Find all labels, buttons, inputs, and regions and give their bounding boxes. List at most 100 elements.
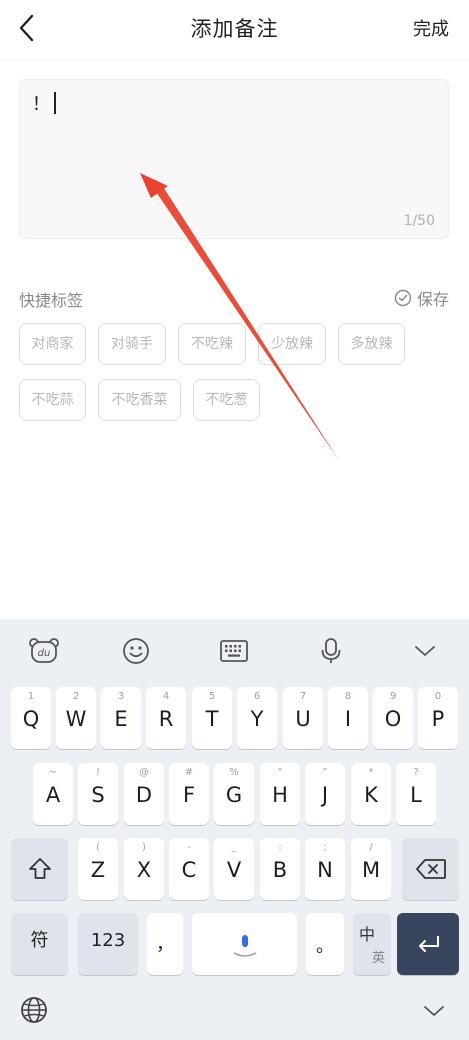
soft-keyboard: du 1 Q 2 W 3 E 4 R 5 T 6 Y 7 U 8 I 9 O 0… bbox=[0, 619, 469, 1040]
key-letter: R bbox=[158, 707, 174, 731]
key-hint: ) bbox=[142, 842, 146, 853]
key-hint: @ bbox=[139, 767, 149, 778]
key-letter: C bbox=[181, 858, 197, 882]
key-b[interactable]: :B bbox=[260, 838, 300, 900]
key-letter: W bbox=[65, 707, 87, 731]
hide-keyboard-button[interactable] bbox=[420, 1001, 448, 1021]
key-l[interactable]: ? L bbox=[396, 763, 436, 825]
key-h[interactable]: “H bbox=[260, 763, 300, 825]
key-hint: 4 bbox=[162, 691, 170, 702]
number-key[interactable]: 123 bbox=[78, 913, 138, 975]
quick-tag[interactable]: 不吃蒜 bbox=[19, 379, 86, 421]
voice-input-button[interactable] bbox=[311, 633, 351, 669]
key-letter: G bbox=[225, 783, 243, 807]
key-hint: ( bbox=[96, 842, 100, 853]
page-title: 添加备注 bbox=[190, 17, 279, 41]
key-letter: U bbox=[295, 707, 311, 731]
enter-icon bbox=[419, 936, 439, 952]
period-key[interactable]: 。 bbox=[306, 913, 344, 975]
key-r[interactable]: 4R bbox=[146, 687, 186, 749]
key-w[interactable]: 2W bbox=[56, 687, 96, 749]
note-text-wrap: ！ bbox=[32, 90, 56, 116]
key-a[interactable]: ~ A bbox=[33, 763, 73, 825]
key-y[interactable]: 6Y bbox=[237, 687, 277, 749]
key-letter: Z bbox=[90, 858, 106, 882]
key-f[interactable]: # F bbox=[169, 763, 209, 825]
key-c[interactable]: -C bbox=[169, 838, 209, 900]
text-caret bbox=[54, 92, 56, 114]
key-hint: “ bbox=[277, 767, 283, 778]
key-j[interactable]: ” J bbox=[305, 763, 345, 825]
key-letter: Q bbox=[22, 707, 40, 731]
key-n[interactable]: ; N bbox=[305, 838, 345, 900]
key-x[interactable]: ) X bbox=[124, 838, 164, 900]
quick-tag[interactable]: 多放辣 bbox=[338, 323, 405, 365]
number-key-label: 123 bbox=[90, 930, 126, 951]
key-e[interactable]: 3E bbox=[101, 687, 141, 749]
key-g[interactable]: % G bbox=[214, 763, 254, 825]
key-hint: 6 bbox=[253, 691, 261, 702]
key-hint: 1 bbox=[27, 691, 35, 702]
quick-tag[interactable]: 不吃辣 bbox=[178, 323, 246, 365]
key-letter: X bbox=[136, 858, 152, 882]
key-letter: D bbox=[135, 783, 153, 807]
key-hint: ! bbox=[95, 767, 100, 778]
key-hint: - bbox=[187, 842, 191, 853]
enter-key[interactable] bbox=[397, 913, 459, 975]
save-label: 保存 bbox=[416, 290, 449, 309]
quick-tag[interactable]: 不吃葱 bbox=[193, 379, 260, 421]
du-keyboard-logo-button[interactable]: du bbox=[24, 633, 64, 669]
key-letter: B bbox=[272, 858, 288, 882]
key-hint: ” bbox=[322, 767, 328, 778]
key-letter: E bbox=[114, 707, 128, 731]
key-v[interactable]: _ V bbox=[214, 838, 254, 900]
save-tags-button[interactable]: 保存 bbox=[394, 286, 449, 310]
comma-key[interactable]: ， bbox=[147, 913, 183, 975]
check-circle-icon bbox=[394, 289, 412, 307]
key-q[interactable]: 1Q bbox=[11, 687, 51, 749]
key-letter: K bbox=[364, 783, 378, 807]
key-m[interactable]: / M bbox=[351, 838, 391, 900]
key-z[interactable]: (Z bbox=[78, 838, 118, 900]
lang-switch-key[interactable]: 中 英 bbox=[353, 913, 391, 975]
shift-key[interactable] bbox=[11, 838, 68, 900]
key-letter: H bbox=[272, 783, 288, 807]
key-letter: V bbox=[226, 858, 242, 882]
key-letter: P bbox=[431, 707, 445, 731]
smiley-icon bbox=[123, 638, 149, 664]
symbol-key[interactable]: 符 bbox=[11, 913, 68, 975]
key-letter: S bbox=[91, 783, 105, 807]
quick-tag[interactable]: 对商家 bbox=[19, 323, 86, 365]
key-letter: N bbox=[317, 858, 333, 882]
note-input[interactable]: ！ 1/50 bbox=[19, 79, 449, 239]
key-hint: 5 bbox=[208, 691, 216, 702]
chevron-down-icon bbox=[424, 1006, 444, 1016]
done-button[interactable]: 完成 bbox=[413, 15, 449, 41]
space-key[interactable] bbox=[192, 913, 297, 975]
language-globe-button[interactable] bbox=[18, 994, 50, 1026]
key-o[interactable]: 9O bbox=[373, 687, 413, 749]
char-counter: 1/50 bbox=[403, 213, 435, 229]
lang-sub-label: 英 bbox=[371, 951, 385, 966]
chevron-down-icon bbox=[415, 646, 435, 656]
collapse-toolbar-button[interactable] bbox=[405, 633, 445, 669]
backspace-key[interactable] bbox=[402, 838, 459, 900]
key-letter: A bbox=[45, 783, 61, 807]
key-letter: F bbox=[182, 783, 196, 807]
key-u[interactable]: 7U bbox=[283, 687, 323, 749]
key-s[interactable]: ! S bbox=[78, 763, 118, 825]
emoji-button[interactable] bbox=[116, 633, 156, 669]
key-p[interactable]: 0P bbox=[418, 687, 458, 749]
quick-tag[interactable]: 对骑手 bbox=[98, 323, 166, 365]
key-k[interactable]: * K bbox=[351, 763, 391, 825]
keyboard-switch-button[interactable] bbox=[214, 633, 254, 669]
key-d[interactable]: @ D bbox=[124, 763, 164, 825]
key-t[interactable]: 5T bbox=[192, 687, 232, 749]
key-hint: : bbox=[278, 842, 282, 853]
key-hint: # bbox=[184, 767, 194, 778]
key-i[interactable]: 8I bbox=[328, 687, 368, 749]
quick-tag[interactable]: 少放辣 bbox=[258, 323, 326, 365]
key-hint: / bbox=[369, 842, 373, 853]
quick-tag[interactable]: 不吃香菜 bbox=[98, 379, 181, 421]
comma-key-label: ， bbox=[156, 934, 174, 955]
